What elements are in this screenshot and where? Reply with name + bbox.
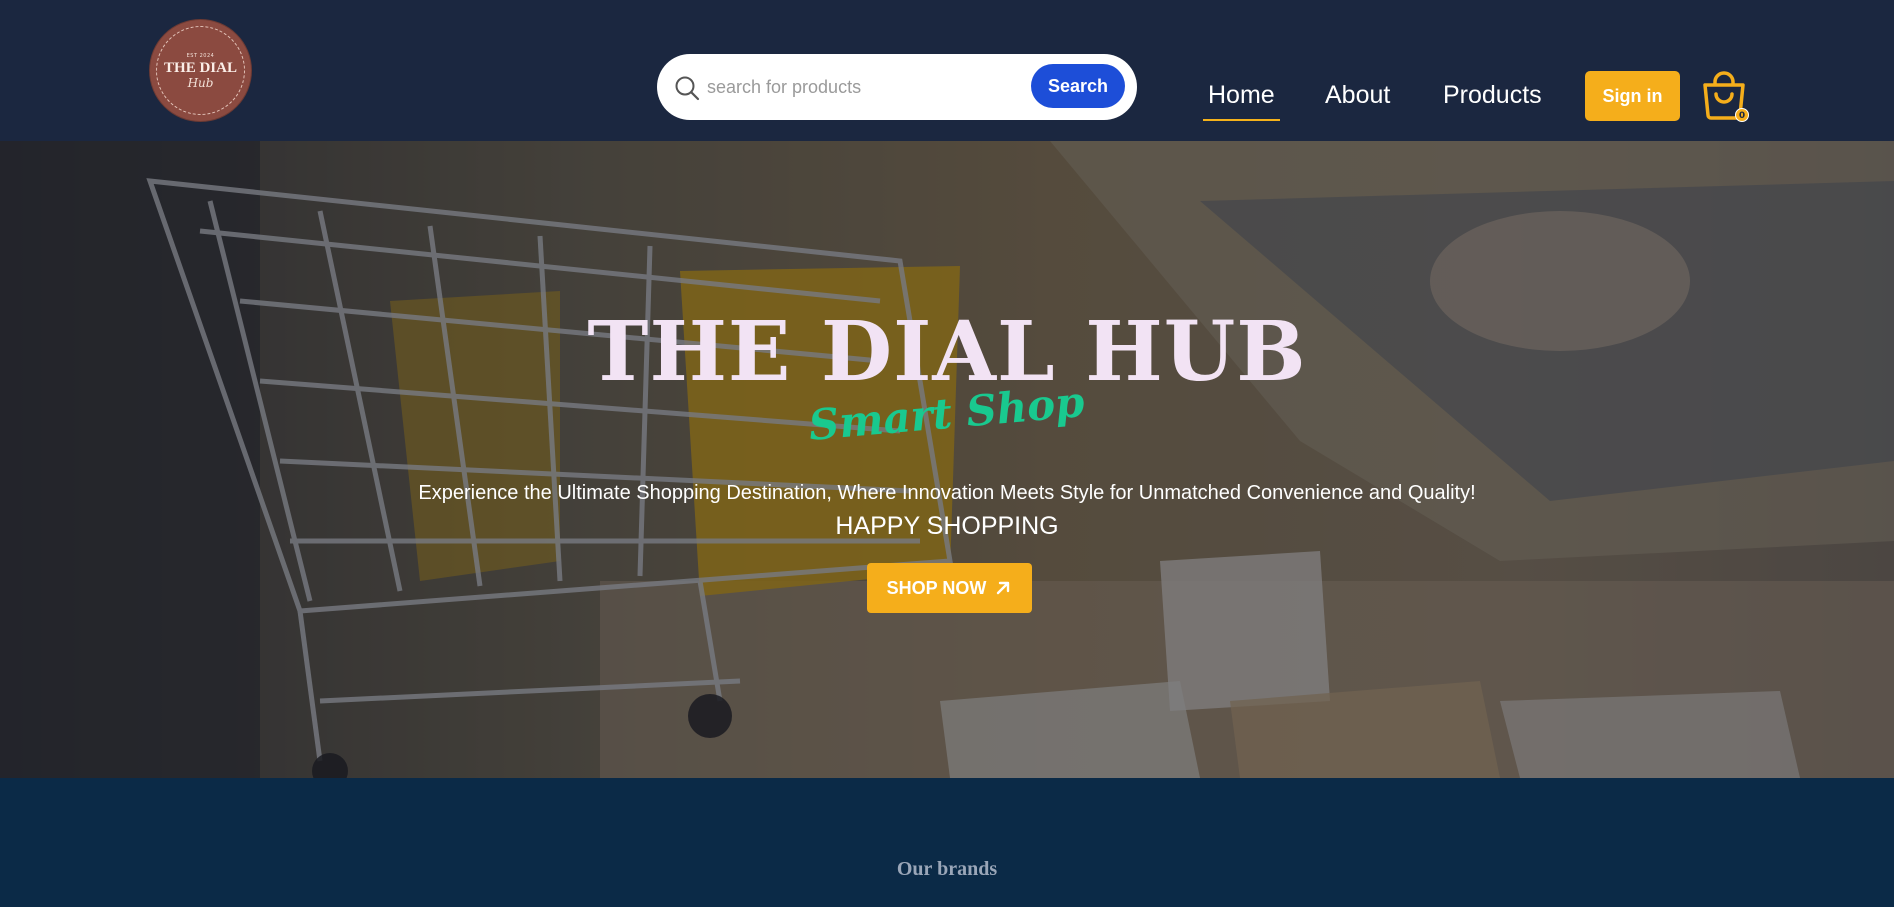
brands-section: Our brands bbox=[0, 778, 1894, 907]
search-button[interactable]: Search bbox=[1031, 64, 1125, 108]
nav-products-link[interactable]: Products bbox=[1443, 78, 1542, 112]
shop-now-button[interactable]: SHOP NOW bbox=[867, 563, 1032, 613]
logo-sub: Hub bbox=[187, 76, 214, 90]
hero-happy-shopping: HAPPY SHOPPING bbox=[835, 512, 1059, 540]
hero-banner: THE DIAL HUB Smart Shop Experience the U… bbox=[0, 141, 1894, 778]
cart-button[interactable]: 0 bbox=[1700, 70, 1749, 125]
search-icon bbox=[675, 76, 700, 101]
cart-count-badge: 0 bbox=[1735, 108, 1749, 122]
logo-est: EST 2024 bbox=[186, 53, 215, 59]
site-header: EST 2024 THE DIAL Hub Search Home About … bbox=[0, 0, 1894, 141]
arrow-up-right-icon bbox=[997, 581, 1010, 595]
search-bar: Search bbox=[657, 54, 1137, 120]
brands-title: Our brands bbox=[896, 858, 998, 880]
logo[interactable]: EST 2024 THE DIAL Hub bbox=[150, 20, 251, 121]
nav-about-link[interactable]: About bbox=[1325, 78, 1390, 112]
search-input[interactable] bbox=[707, 68, 1007, 106]
sign-in-button[interactable]: Sign in bbox=[1585, 71, 1680, 121]
nav-active-underline bbox=[1203, 119, 1280, 121]
nav-home-link[interactable]: Home bbox=[1208, 78, 1275, 112]
logo-name: THE DIAL bbox=[164, 60, 237, 76]
shop-now-label: SHOP NOW bbox=[886, 577, 987, 598]
hero-tagline: Experience the Ultimate Shopping Destina… bbox=[418, 482, 1476, 504]
